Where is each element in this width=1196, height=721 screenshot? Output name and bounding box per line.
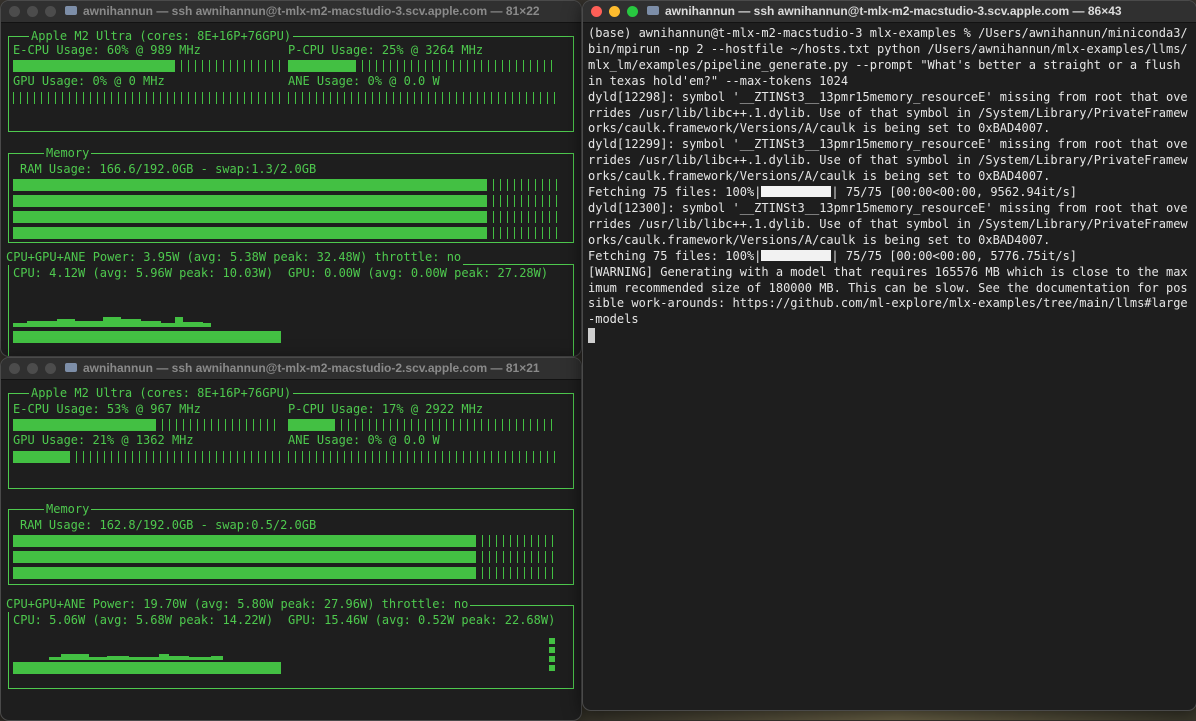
window-title: awnihannun — ssh awnihannun@t-mlx-m2-mac… bbox=[83, 4, 540, 18]
fetch-progress-bar bbox=[761, 186, 832, 198]
gpu-usage-label: GPU Usage: 21% @ 1362 MHz bbox=[13, 433, 194, 447]
gpu-usage-label: GPU Usage: 0% @ 0 MHz bbox=[13, 74, 165, 88]
close-button[interactable] bbox=[591, 6, 602, 17]
ram-usage-label: RAM Usage: 166.6/192.0GB - swap:1.3/2.0G… bbox=[20, 162, 317, 176]
folder-icon bbox=[65, 6, 77, 15]
title-bar[interactable]: awnihannun — ssh awnihannun@t-mlx-m2-mac… bbox=[583, 1, 1196, 23]
gpu-power-sparkline bbox=[549, 638, 555, 674]
ecpu-usage-bar bbox=[13, 60, 281, 72]
dyld-warning: dyld[12298]: symbol '__ZTINSt3__13pmr15m… bbox=[588, 89, 1188, 136]
dyld-warning: dyld[12299]: symbol '__ZTINSt3__13pmr15m… bbox=[588, 137, 1188, 184]
text-cursor bbox=[588, 328, 595, 344]
command-line: (base) awnihannun@t-mlx-m2-macstudio-3 m… bbox=[588, 26, 1188, 88]
ram-usage-bar bbox=[13, 551, 558, 563]
title-bar[interactable]: awnihannun — ssh awnihannun@t-mlx-m2-mac… bbox=[1, 358, 581, 380]
ane-usage-label: ANE Usage: 0% @ 0.0 W bbox=[288, 74, 440, 88]
pcpu-usage-bar bbox=[288, 419, 556, 431]
window-title: awnihannun — ssh awnihannun@t-mlx-m2-mac… bbox=[665, 4, 1122, 18]
fetch-progress-label: Fetching 75 files: 100%| bbox=[588, 185, 762, 200]
minimize-button[interactable] bbox=[27, 363, 38, 374]
ane-usage-bar bbox=[288, 451, 556, 463]
window-title: awnihannun — ssh awnihannun@t-mlx-m2-mac… bbox=[83, 361, 540, 375]
cpu-power-label: CPU: 4.12W (avg: 5.96W peak: 10.03W) bbox=[13, 266, 274, 280]
ram-usage-bar bbox=[13, 211, 558, 223]
memory-label: Memory bbox=[44, 501, 92, 517]
gpu-usage-bar bbox=[13, 451, 281, 463]
asitop-window-macstudio-3[interactable]: awnihannun — ssh awnihannun@t-mlx-m2-mac… bbox=[0, 0, 582, 357]
terminal-window-macstudio-3[interactable]: awnihannun — ssh awnihannun@t-mlx-m2-mac… bbox=[582, 0, 1196, 711]
ane-usage-bar bbox=[288, 92, 556, 104]
model-size-warning: [WARNING] Generating with a model that r… bbox=[588, 264, 1188, 327]
ram-usage-bar bbox=[13, 567, 558, 579]
folder-icon bbox=[65, 363, 77, 372]
pcpu-usage-label: P-CPU Usage: 25% @ 3264 MHz bbox=[288, 43, 484, 57]
cpu-power-bar bbox=[13, 331, 281, 343]
zoom-button[interactable] bbox=[627, 6, 638, 17]
zoom-button[interactable] bbox=[45, 6, 56, 17]
dyld-warning: dyld[12300]: symbol '__ZTINSt3__13pmr15m… bbox=[588, 200, 1188, 247]
power-summary-label: CPU+GPU+ANE Power: 19.70W (avg: 5.80W pe… bbox=[4, 596, 471, 612]
ram-usage-bar bbox=[13, 179, 558, 191]
ane-usage-label: ANE Usage: 0% @ 0.0 W bbox=[288, 433, 440, 447]
close-button[interactable] bbox=[9, 6, 20, 17]
pcpu-usage-label: P-CPU Usage: 17% @ 2922 MHz bbox=[288, 402, 484, 416]
gpu-power-label: GPU: 0.00W (avg: 0.00W peak: 27.28W) bbox=[288, 266, 549, 280]
cpu-power-sparkline bbox=[13, 644, 281, 660]
zoom-button[interactable] bbox=[45, 363, 56, 374]
cpu-power-bar bbox=[13, 662, 281, 674]
folder-icon bbox=[647, 6, 659, 15]
asitop-window-macstudio-2[interactable]: awnihannun — ssh awnihannun@t-mlx-m2-mac… bbox=[0, 357, 582, 721]
minimize-button[interactable] bbox=[27, 6, 38, 17]
pcpu-usage-bar bbox=[288, 60, 556, 72]
gpu-power-label: GPU: 15.46W (avg: 0.52W peak: 22.68W) bbox=[288, 613, 556, 627]
ecpu-usage-bar bbox=[13, 419, 281, 431]
cpu-power-label: CPU: 5.06W (avg: 5.68W peak: 14.22W) bbox=[13, 613, 274, 627]
fetch-progress-label: Fetching 75 files: 100%| bbox=[588, 248, 762, 263]
fetch-progress-bar bbox=[761, 249, 832, 261]
ram-usage-label: RAM Usage: 162.8/192.0GB - swap:0.5/2.0G… bbox=[20, 518, 317, 532]
chip-label: Apple M2 Ultra (cores: 8E+16P+76GPU) bbox=[29, 385, 294, 401]
close-button[interactable] bbox=[9, 363, 20, 374]
fetch-progress-stats: | 75/75 [00:00<00:00, 9562.94it/s] bbox=[831, 185, 1078, 200]
ecpu-usage-label: E-CPU Usage: 53% @ 967 MHz bbox=[13, 402, 201, 416]
ram-usage-bar bbox=[13, 195, 558, 207]
terminal-output[interactable]: (base) awnihannun@t-mlx-m2-macstudio-3 m… bbox=[588, 26, 1192, 345]
memory-label: Memory bbox=[44, 145, 92, 161]
ram-usage-bar bbox=[13, 535, 558, 547]
cpu-power-sparkline bbox=[13, 311, 281, 327]
title-bar[interactable]: awnihannun — ssh awnihannun@t-mlx-m2-mac… bbox=[1, 1, 581, 23]
minimize-button[interactable] bbox=[609, 6, 620, 17]
ecpu-usage-label: E-CPU Usage: 60% @ 989 MHz bbox=[13, 43, 201, 57]
ram-usage-bar bbox=[13, 227, 558, 239]
gpu-usage-bar bbox=[13, 92, 281, 104]
fetch-progress-stats: | 75/75 [00:00<00:00, 5776.75it/s] bbox=[831, 248, 1078, 263]
power-summary-label: CPU+GPU+ANE Power: 3.95W (avg: 5.38W pea… bbox=[4, 249, 464, 265]
